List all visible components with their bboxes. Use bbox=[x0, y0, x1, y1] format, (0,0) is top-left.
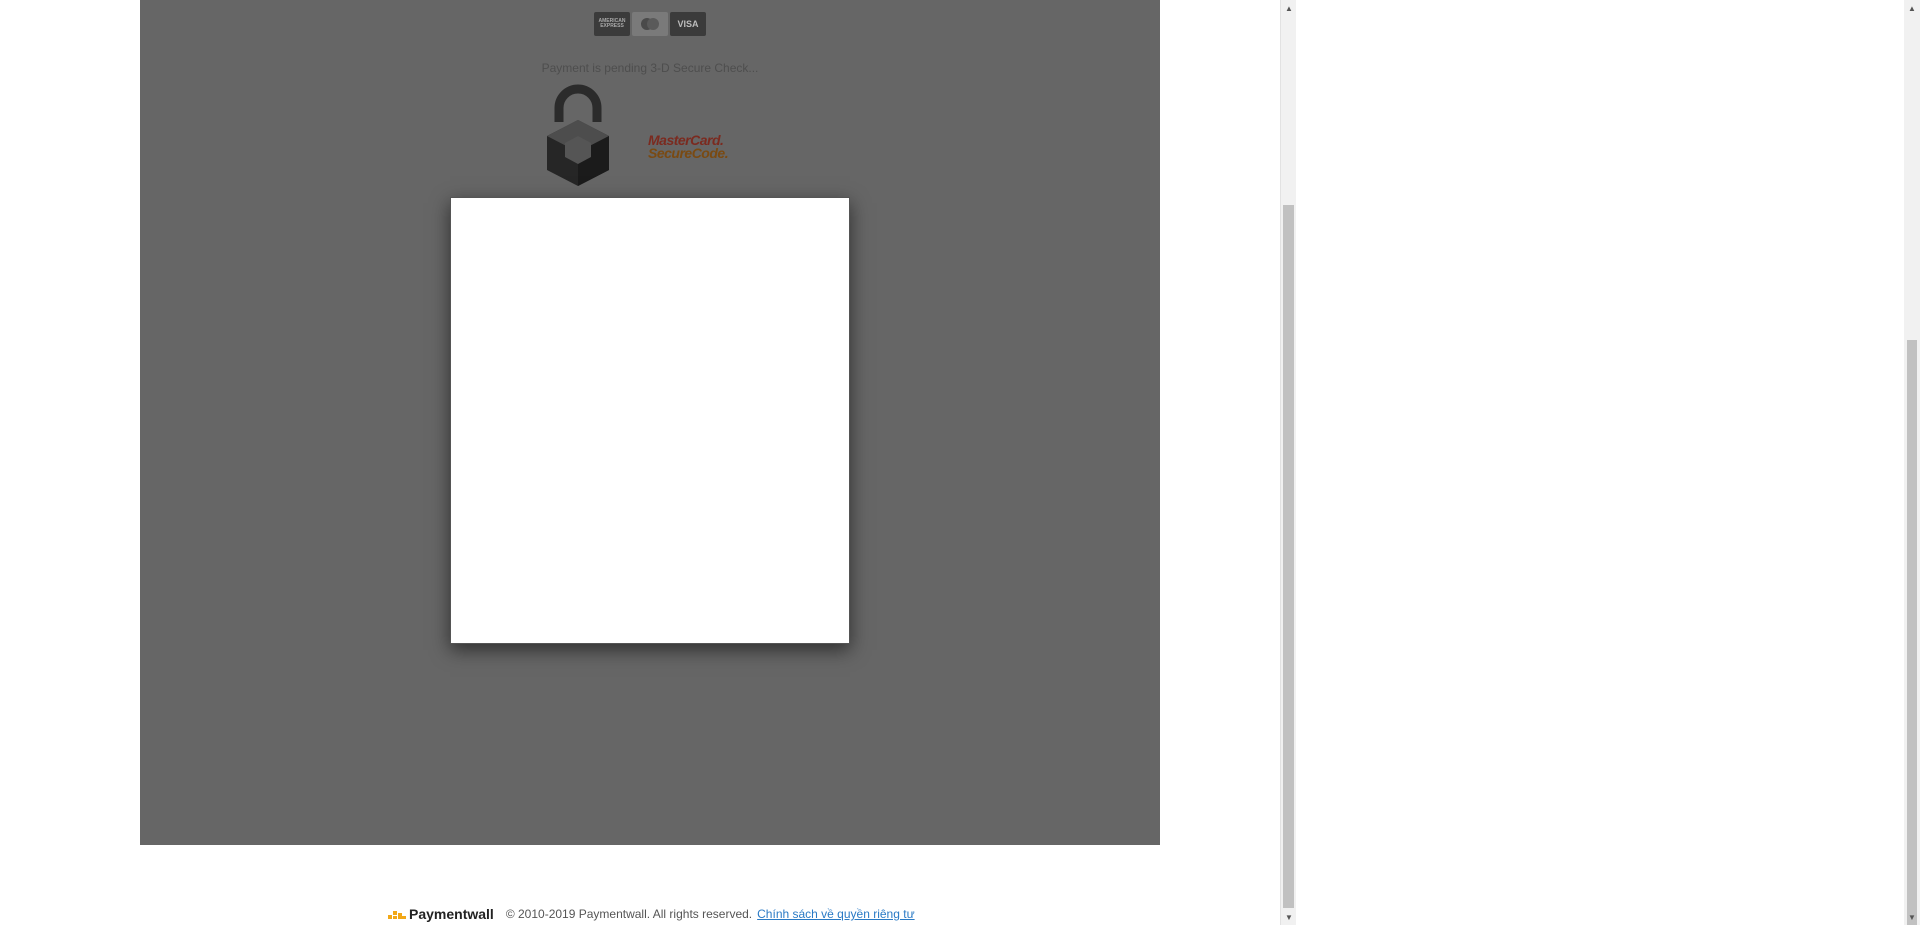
visa-card-icon: VISA bbox=[670, 12, 706, 36]
brand-name: Paymentwall bbox=[409, 906, 494, 922]
inner-scrollbar[interactable]: ▲ ▼ bbox=[1280, 0, 1296, 925]
scroll-down-arrow-icon[interactable]: ▼ bbox=[1281, 909, 1297, 925]
scrollbar-thumb[interactable] bbox=[1283, 205, 1294, 908]
privacy-policy-link[interactable]: Chính sách về quyền riêng tư bbox=[757, 907, 914, 921]
copyright-text: © 2010-2019 Paymentwall. All rights rese… bbox=[505, 907, 753, 921]
payment-status-text: Payment is pending 3-D Secure Check... bbox=[541, 61, 759, 75]
3ds-verification-modal[interactable] bbox=[450, 197, 850, 644]
mastercard-securecode-logo: MasterCard. SecureCode. bbox=[648, 132, 729, 161]
scrollbar-thumb[interactable] bbox=[1907, 340, 1917, 925]
scroll-up-arrow-icon[interactable]: ▲ bbox=[1904, 0, 1920, 16]
paymentwall-icon bbox=[388, 911, 406, 919]
page-scrollbar[interactable]: ▲ ▼ bbox=[1904, 0, 1920, 925]
amex-card-icon: AMERICAN EXPRESS bbox=[594, 12, 630, 36]
footer: Paymentwall © 2010-2019 Paymentwall. All… bbox=[388, 906, 915, 922]
page-frame: AMERICAN EXPRESS VISA Payment is pending… bbox=[0, 0, 1280, 925]
scroll-up-arrow-icon[interactable]: ▲ bbox=[1281, 0, 1297, 16]
card-logos: AMERICAN EXPRESS VISA bbox=[594, 12, 706, 36]
mastercard-card-icon bbox=[632, 12, 668, 36]
padlock-icon bbox=[547, 84, 609, 186]
scroll-down-arrow-icon[interactable]: ▼ bbox=[1904, 909, 1920, 925]
paymentwall-logo: Paymentwall bbox=[388, 906, 494, 922]
